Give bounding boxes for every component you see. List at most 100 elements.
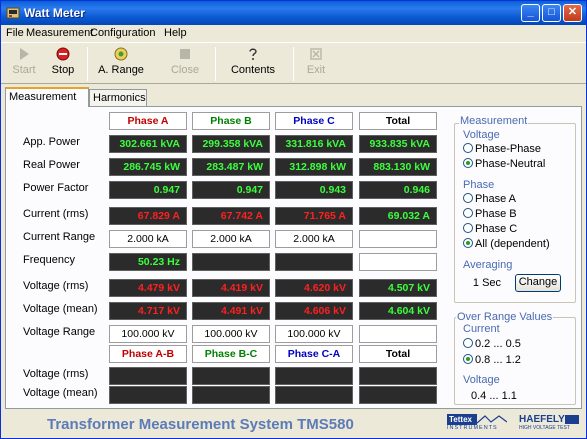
- stop-icon: [56, 47, 70, 61]
- tettex-wave-icon: [477, 415, 507, 424]
- row-label-frequency: Frequency: [23, 254, 75, 266]
- watt-meter-window: Watt Meter _ □ ✕ File Measurement Config…: [0, 0, 587, 439]
- app-power-phase-c: 331.816 kVA: [275, 135, 353, 153]
- voltage-rms-ca: [275, 367, 353, 385]
- frequency-phase-c: [275, 253, 353, 271]
- menu-file[interactable]: File: [6, 27, 24, 39]
- current-range-phase-c: 2.000 kA: [275, 230, 353, 248]
- real-power-phase-b: 283.487 kW: [192, 158, 270, 176]
- row-label-voltage-rms: Voltage (rms): [23, 280, 89, 292]
- tab-measurement[interactable]: Measurement: [5, 87, 89, 107]
- menu-help[interactable]: Help: [164, 27, 187, 39]
- change-button[interactable]: Change: [515, 274, 561, 292]
- toolbar: Start Stop A. Range Close Contents Exit: [1, 42, 586, 84]
- toolbar-separator: [215, 47, 216, 81]
- voltage-rms-total: 4.507 kV: [359, 279, 437, 297]
- over-range-voltage-label: Voltage: [463, 374, 500, 386]
- app-power-phase-b: 299.358 kVA: [192, 135, 270, 153]
- row-label-voltage-mean: Voltage (mean): [23, 303, 98, 315]
- current-rms-total: 69.032 A: [359, 207, 437, 225]
- voltage-mean-total: 4.604 kV: [359, 302, 437, 320]
- radio-dot: [463, 223, 473, 233]
- current-rms-phase-c: 71.765 A: [275, 207, 353, 225]
- radio-phase-b[interactable]: Phase B: [463, 208, 517, 220]
- voltage-rms-phase-a: 4.479 kV: [109, 279, 187, 297]
- header-phase-ca: Phase C-A: [275, 345, 353, 363]
- radio-current-low[interactable]: 0.2 ... 0.5: [463, 338, 521, 350]
- power-factor-phase-c: 0.943: [275, 181, 353, 199]
- menu-configuration[interactable]: Configuration: [90, 27, 155, 39]
- frequency-total: [359, 253, 437, 271]
- menu-measurement[interactable]: Measurement: [26, 27, 93, 39]
- header-phase-ab: Phase A-B: [109, 345, 187, 363]
- exit-button[interactable]: Exit: [299, 45, 333, 83]
- frequency-phase-b: [192, 253, 270, 271]
- row-label-voltage-rms-2: Voltage (rms): [23, 368, 89, 380]
- radio-dot-selected: [463, 354, 473, 364]
- radio-dot-selected: [463, 158, 473, 168]
- contents-button[interactable]: Contents: [221, 45, 285, 83]
- voltage-mean-phase-b: 4.491 kV: [192, 302, 270, 320]
- auto-range-icon: [114, 47, 128, 61]
- header-phase-b: Phase B: [192, 112, 270, 130]
- phase-label: Phase: [463, 179, 495, 191]
- measurement-legend: Measurement: [459, 115, 529, 127]
- current-range-phase-b: 2.000 kA: [192, 230, 270, 248]
- haefely-logo: HAEFELY HIGH VOLTAGE TEST: [519, 414, 583, 432]
- row-label-current-rms: Current (rms): [23, 208, 89, 220]
- real-power-phase-c: 312.898 kW: [275, 158, 353, 176]
- current-range-total: [359, 230, 437, 248]
- tettex-logo: Tettex INSTRUMENTS: [447, 414, 509, 432]
- radio-all-dependent[interactable]: All (dependent): [463, 238, 550, 250]
- row-label-power-factor: Power Factor: [23, 182, 89, 194]
- app-power-phase-a: 302.661 kVA: [109, 135, 187, 153]
- voltage-mean-phase-a: 4.717 kV: [109, 302, 187, 320]
- radio-phase-c[interactable]: Phase C: [463, 223, 517, 235]
- stop-button[interactable]: Stop: [43, 45, 83, 83]
- exit-icon: [310, 48, 322, 60]
- row-label-voltage-range: Voltage Range: [23, 326, 96, 338]
- current-rms-phase-b: 67.742 A: [192, 207, 270, 225]
- header-phase-a: Phase A: [109, 112, 187, 130]
- voltage-mean-ab: [109, 386, 187, 404]
- voltage-range-total: [359, 325, 437, 343]
- power-factor-total: 0.946: [359, 181, 437, 199]
- app-icon: [6, 7, 20, 19]
- radio-phase-a[interactable]: Phase A: [463, 193, 516, 205]
- voltage-label: Voltage: [463, 129, 500, 141]
- app-power-total: 933.835 kVA: [359, 135, 437, 153]
- header-phase-bc: Phase B-C: [192, 345, 270, 363]
- radio-dot: [463, 338, 473, 348]
- header-phase-c: Phase C: [275, 112, 353, 130]
- close-window-button[interactable]: ✕: [563, 4, 582, 22]
- auto-range-button[interactable]: A. Range: [93, 45, 149, 83]
- close-doc-icon: [180, 49, 190, 59]
- maximize-button[interactable]: □: [542, 4, 561, 22]
- real-power-total: 883.130 kW: [359, 158, 437, 176]
- haefely-mark-icon: [565, 415, 579, 424]
- voltage-range-phase-c: 100.000 kV: [275, 325, 353, 343]
- voltage-range-phase-b: 100.000 kV: [192, 325, 270, 343]
- radio-phase-neutral[interactable]: Phase-Neutral: [463, 158, 545, 170]
- over-range-voltage-value: 0.4 ... 1.1: [471, 390, 517, 402]
- voltage-rms-total-2: [359, 367, 437, 385]
- voltage-mean-total-2: [359, 386, 437, 404]
- close-button[interactable]: Close: [165, 45, 205, 83]
- real-power-phase-a: 286.745 kW: [109, 158, 187, 176]
- over-range-legend: Over Range Values: [456, 311, 554, 323]
- maximize-icon: □: [548, 6, 555, 18]
- toolbar-separator: [293, 47, 294, 81]
- radio-phase-phase[interactable]: Phase-Phase: [463, 143, 541, 155]
- window-title: Watt Meter: [24, 6, 85, 20]
- radio-current-high[interactable]: 0.8 ... 1.2: [463, 354, 521, 366]
- radio-dot-selected: [463, 238, 473, 248]
- voltage-rms-phase-c: 4.620 kV: [275, 279, 353, 297]
- tab-harmonics[interactable]: Harmonics: [89, 89, 147, 106]
- start-button[interactable]: Start: [7, 45, 41, 83]
- voltage-mean-phase-c: 4.606 kV: [275, 302, 353, 320]
- voltage-mean-bc: [192, 386, 270, 404]
- title-bar[interactable]: Watt Meter _ □ ✕: [1, 1, 586, 25]
- radio-dot: [463, 143, 473, 153]
- voltage-rms-bc: [192, 367, 270, 385]
- minimize-button[interactable]: _: [521, 4, 540, 22]
